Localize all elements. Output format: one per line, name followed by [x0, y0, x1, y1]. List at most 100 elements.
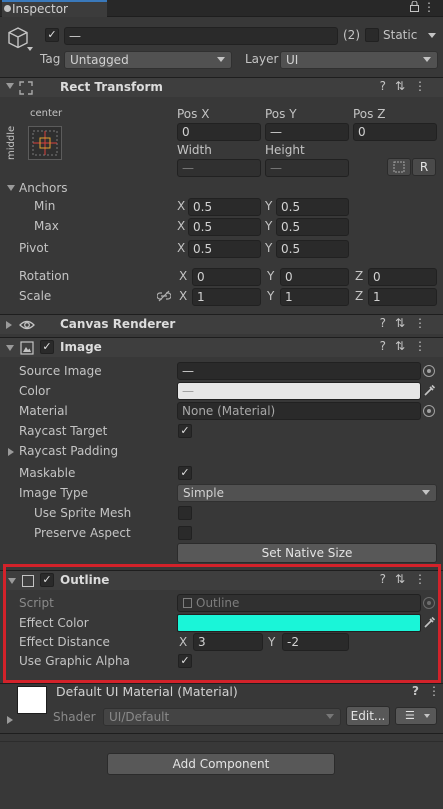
image-header[interactable]: ✓ Image ?⇅⋮: [0, 337, 443, 357]
lock-icon[interactable]: [410, 0, 419, 12]
foldout-arrow-icon[interactable]: [6, 345, 14, 351]
preset-icon[interactable]: ⇅: [395, 79, 414, 93]
layer-label: Layer: [245, 52, 279, 66]
tab-menu-icon[interactable]: ⋮: [423, 0, 435, 14]
material-field[interactable]: None (Material): [177, 402, 421, 420]
anchor-crosshair-icon: [32, 130, 58, 156]
preset-icon[interactable]: ⇅: [395, 316, 414, 330]
scale-z-axis-label: Z: [355, 289, 364, 303]
help-icon[interactable]: ?: [380, 79, 395, 93]
edit-shader-button[interactable]: Edit...: [346, 706, 390, 726]
object-picker-icon[interactable]: [423, 405, 435, 417]
raw-edit-button[interactable]: R: [412, 158, 436, 176]
set-native-size-button[interactable]: Set Native Size: [177, 543, 437, 563]
pos-z-field[interactable]: 0: [353, 123, 437, 141]
scale-label: Scale: [19, 289, 52, 303]
height-field[interactable]: —: [265, 159, 349, 177]
rotation-z-axis-label: Z: [355, 269, 364, 283]
help-icon[interactable]: ?: [380, 339, 395, 353]
object-name-field[interactable]: —: [64, 27, 338, 45]
use-sprite-mesh-label: Use Sprite Mesh: [34, 506, 132, 520]
inspector-tab[interactable]: Inspector: [2, 0, 107, 17]
object-picker-icon[interactable]: [423, 365, 435, 377]
static-checkbox[interactable]: [365, 28, 379, 42]
inspector-tab-label: Inspector: [12, 2, 68, 16]
raycast-target-checkbox[interactable]: ✓: [178, 424, 192, 438]
scale-z-field[interactable]: 1: [368, 288, 437, 306]
constrain-proportions-icon[interactable]: [156, 290, 172, 302]
icon-dropdown-arrow-icon[interactable]: [27, 47, 33, 51]
layer-dropdown[interactable]: UI: [280, 51, 438, 69]
tag-dropdown[interactable]: Untagged: [64, 51, 232, 69]
inspector-tab-bar: Inspector ⋮: [0, 0, 443, 17]
scale-y-field[interactable]: 1: [280, 288, 349, 306]
component-title: Canvas Renderer: [60, 317, 176, 331]
shader-dropdown[interactable]: UI/Default: [103, 708, 341, 726]
material-title: Default UI Material (Material): [56, 684, 238, 699]
rect-transform-icon: [19, 81, 33, 95]
pivot-x-field[interactable]: 0.5: [188, 240, 261, 258]
preserve-aspect-checkbox[interactable]: [178, 526, 192, 540]
source-image-field[interactable]: —: [177, 362, 421, 380]
canvas-renderer-header[interactable]: Canvas Renderer ?⇅⋮: [0, 314, 443, 334]
anchor-max-x-field[interactable]: 0.5: [188, 218, 261, 236]
max-y-axis-label: Y: [265, 219, 273, 233]
width-field[interactable]: —: [177, 159, 261, 177]
color-field[interactable]: —: [177, 382, 421, 400]
anchors-foldout-icon[interactable]: [7, 185, 15, 191]
context-menu-icon[interactable]: ⋮: [428, 684, 440, 698]
chevron-down-icon: [217, 57, 225, 62]
anchor-min-y-field[interactable]: 0.5: [276, 198, 349, 216]
help-icon[interactable]: ?: [380, 316, 395, 330]
maskable-checkbox[interactable]: ✓: [178, 466, 192, 480]
rotation-x-axis-label: X: [179, 269, 188, 283]
divider: [0, 741, 443, 742]
chevron-down-icon: [326, 714, 334, 719]
rect-transform-header[interactable]: Rect Transform ?⇅⋮: [0, 77, 443, 97]
active-checkbox[interactable]: ✓: [45, 28, 59, 42]
eye-icon: [19, 318, 35, 332]
add-component-button[interactable]: Add Component: [107, 753, 335, 775]
preserve-aspect-label: Preserve Aspect: [34, 526, 131, 540]
foldout-arrow-icon[interactable]: [6, 321, 12, 329]
anchor-presets-button[interactable]: [28, 126, 62, 160]
rotation-z-field[interactable]: 0: [368, 268, 437, 286]
shader-options-button[interactable]: ☰: [395, 707, 437, 725]
material-preview-thumbnail: [17, 686, 47, 714]
max-x-axis-label: X: [177, 219, 186, 233]
foldout-arrow-icon[interactable]: [6, 83, 14, 89]
rotation-x-field[interactable]: 0: [192, 268, 261, 286]
scale-x-field[interactable]: 1: [192, 288, 261, 306]
anchor-horizontal-label: center: [30, 108, 63, 119]
static-dropdown-icon[interactable]: [428, 33, 436, 38]
maskable-label: Maskable: [19, 466, 76, 480]
material-foldout-icon[interactable]: [7, 716, 13, 724]
rotation-label: Rotation: [19, 269, 70, 283]
max-label: Max: [34, 219, 59, 233]
material-label: Material: [19, 404, 68, 418]
scale-y-axis-label: Y: [267, 289, 275, 303]
eyedropper-icon[interactable]: [423, 384, 436, 397]
preset-icon[interactable]: ⇅: [395, 339, 414, 353]
image-type-dropdown[interactable]: Simple: [177, 484, 437, 502]
context-menu-icon[interactable]: ⋮: [414, 316, 435, 330]
raycast-padding-foldout-icon[interactable]: [8, 448, 14, 456]
shader-label: Shader: [53, 710, 96, 724]
anchor-max-y-field[interactable]: 0.5: [276, 218, 349, 236]
anchor-vertical-label: middle: [6, 125, 17, 160]
blueprint-mode-button[interactable]: [387, 158, 411, 176]
help-icon[interactable]: ?: [412, 684, 419, 698]
context-menu-icon[interactable]: ⋮: [414, 339, 435, 353]
use-sprite-mesh-checkbox[interactable]: [178, 506, 192, 520]
rotation-y-field[interactable]: 0: [280, 268, 349, 286]
blueprint-icon: [393, 161, 405, 173]
context-menu-icon[interactable]: ⋮: [414, 79, 435, 93]
pivot-y-field[interactable]: 0.5: [276, 240, 349, 258]
image-enabled-checkbox[interactable]: ✓: [40, 340, 54, 354]
raycast-target-label: Raycast Target: [19, 424, 108, 438]
anchor-min-x-field[interactable]: 0.5: [188, 198, 261, 216]
pos-x-field[interactable]: 0: [177, 123, 261, 141]
image-type-label: Image Type: [19, 486, 88, 500]
min-x-axis-label: X: [177, 199, 186, 213]
pos-y-field[interactable]: —: [265, 123, 349, 141]
